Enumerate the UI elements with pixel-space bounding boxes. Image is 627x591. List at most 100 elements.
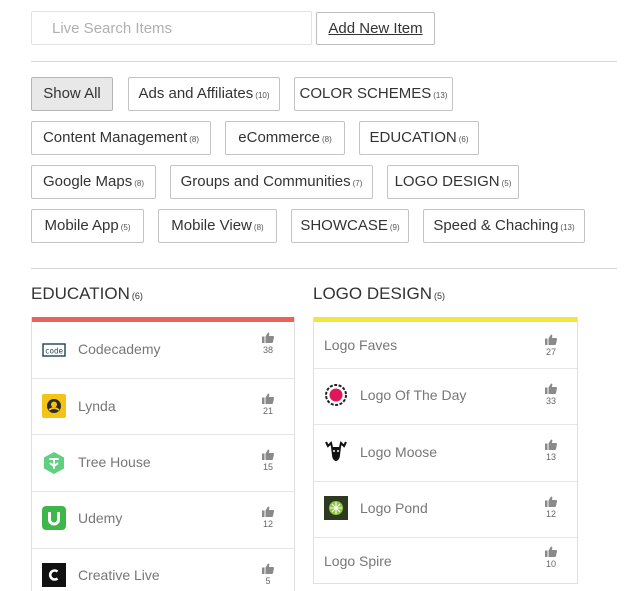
item-name: Logo Moose — [360, 444, 438, 460]
column-count: (5) — [434, 291, 446, 301]
vote-count: 12 — [545, 509, 556, 519]
filter-count: (5) — [120, 223, 131, 232]
filter-count: (8) — [134, 179, 144, 188]
column-count: (6) — [131, 291, 143, 301]
thumbs-up-icon — [262, 393, 274, 404]
vote-count: 5 — [265, 576, 271, 586]
list-item[interactable]: Tree House 15 — [32, 435, 294, 492]
thumbs-up-icon — [545, 334, 557, 345]
add-new-item-button[interactable]: Add New Item — [316, 12, 435, 45]
filter-label: Content Management — [42, 129, 188, 146]
filter-label: COLOR SCHEMES — [299, 85, 432, 102]
filter-label: Mobile App — [44, 217, 119, 234]
vote-counter[interactable]: 33 — [543, 383, 559, 406]
filter-label: Mobile View — [171, 217, 252, 234]
list-item[interactable]: Logo Of The Day 33 — [314, 369, 577, 425]
vote-counter[interactable]: 5 — [260, 563, 276, 586]
vote-counter[interactable]: 27 — [543, 334, 559, 357]
item-name: Codecademy — [78, 341, 161, 357]
logo-design-list-panel: Logo Faves 27 Logo Of The Day 33 Logo Mo… — [313, 317, 578, 584]
thumbs-up-icon — [262, 563, 274, 574]
vote-count: 33 — [545, 396, 556, 406]
filter-content-management[interactable]: Content Management (8) — [31, 121, 211, 155]
filter-count: (6) — [458, 135, 469, 144]
filter-count: (13) — [433, 91, 448, 100]
list-item[interactable]: Logo Spire 10 — [314, 538, 577, 583]
filter-count: (9) — [389, 223, 400, 232]
list-item[interactable]: Logo Faves 27 — [314, 322, 577, 369]
filter-count: (5) — [501, 179, 512, 188]
filter-google-maps[interactable]: Google Maps (8) — [31, 165, 156, 199]
item-name: Udemy — [78, 510, 123, 526]
filter-label: eCommerce — [238, 129, 320, 146]
filter-showcase[interactable]: SHOWCASE (9) — [291, 209, 409, 243]
live-search-input[interactable] — [31, 11, 312, 45]
filter-label: Speed & Chaching — [433, 217, 559, 234]
vote-counter[interactable]: 12 — [260, 506, 276, 529]
udemy-logo — [42, 506, 66, 530]
logooftheday-logo — [324, 383, 348, 407]
filter-count: (8) — [189, 135, 200, 144]
filter-label: Google Maps — [43, 173, 133, 190]
item-name: Tree House — [78, 454, 151, 470]
list-item[interactable]: Lynda 21 — [32, 379, 294, 435]
filter-count: (10) — [255, 91, 270, 100]
item-name: Logo Of The Day — [360, 387, 467, 403]
vote-counter[interactable]: 13 — [543, 439, 559, 462]
thumbs-up-icon — [262, 332, 274, 343]
vote-counter[interactable]: 38 — [260, 332, 276, 355]
filter-groups-and-communities[interactable]: Groups and Communities (7) — [170, 165, 373, 199]
filter-logo-design[interactable]: LOGO DESIGN (5) — [387, 165, 519, 199]
divider — [31, 61, 617, 62]
thumbs-up-icon — [545, 383, 557, 394]
vote-count: 15 — [262, 462, 273, 472]
list-item[interactable]: Logo Moose 13 — [314, 425, 577, 482]
filter-label: LOGO DESIGN — [394, 173, 500, 190]
filter-label: SHOWCASE — [300, 217, 388, 234]
vote-counter[interactable]: 21 — [260, 393, 276, 416]
item-name: Logo Pond — [360, 500, 428, 516]
list-item[interactable]: Udemy 12 — [32, 492, 294, 549]
filter-show-all[interactable]: Show All — [31, 77, 113, 111]
filter-color-schemes[interactable]: COLOR SCHEMES (13) — [294, 77, 453, 111]
filter-mobile-app[interactable]: Mobile App (5) — [31, 209, 144, 243]
filter-count: (13) — [560, 223, 575, 232]
thumbs-up-icon — [262, 449, 274, 460]
vote-counter[interactable]: 15 — [260, 449, 276, 472]
top-bar: Add New Item — [31, 11, 621, 45]
item-name: Lynda — [78, 398, 116, 414]
vote-count: 27 — [545, 347, 556, 357]
treehouse-logo — [42, 451, 66, 475]
column-title: LOGO DESIGN (5) — [313, 284, 445, 304]
lynda-logo — [42, 394, 66, 418]
vote-count: 38 — [262, 345, 273, 355]
list-item[interactable]: Logo Pond 12 — [314, 482, 577, 538]
vote-counter[interactable]: 10 — [543, 546, 559, 569]
list-item[interactable]: code Codecademy 38 — [32, 322, 294, 379]
creativelive-logo — [42, 563, 66, 587]
codecademy-logo: code — [42, 338, 66, 362]
thumbs-up-icon — [262, 506, 274, 517]
thumbs-up-icon — [545, 546, 557, 557]
column-title: EDUCATION (6) — [31, 284, 143, 304]
filter-education[interactable]: EDUCATION (6) — [359, 121, 479, 155]
filter-count: (7) — [352, 179, 363, 188]
filter-ads-and-affiliates[interactable]: Ads and Affiliates (10) — [128, 77, 280, 111]
filter-label: EDUCATION — [369, 129, 457, 146]
filter-mobile-view[interactable]: Mobile View (8) — [158, 209, 277, 243]
filter-label: Groups and Communities — [180, 173, 351, 190]
vote-count: 13 — [545, 452, 556, 462]
vote-counter[interactable]: 12 — [543, 496, 559, 519]
vote-count: 12 — [262, 519, 273, 529]
education-list-panel: code Codecademy 38 Lynda 21 Tree House 1… — [31, 317, 295, 591]
vote-count: 21 — [262, 406, 273, 416]
column-title-text: EDUCATION — [31, 284, 130, 303]
filter-count: (8) — [321, 135, 332, 144]
filter-ecommerce[interactable]: eCommerce (8) — [225, 121, 345, 155]
thumbs-up-icon — [545, 439, 557, 450]
list-item[interactable]: Creative Live 5 — [32, 549, 294, 591]
item-name: Logo Faves — [324, 337, 398, 353]
filter-speed-and-chaching[interactable]: Speed & Chaching (13) — [423, 209, 585, 243]
filter-count: (8) — [253, 223, 264, 232]
logomoose-logo — [324, 439, 348, 463]
